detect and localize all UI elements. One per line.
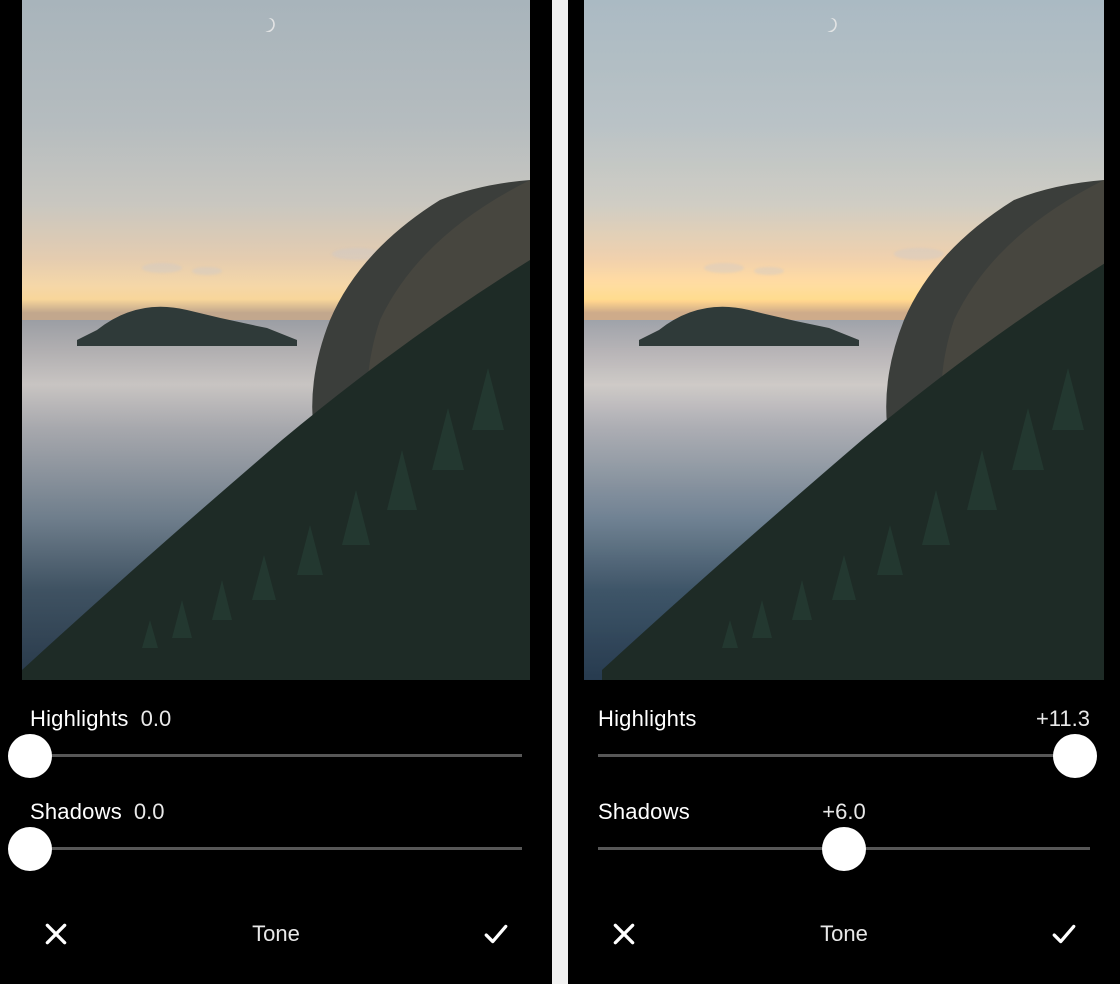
tone-controls: Highlights +11.3 Shadows +6.0 Tone [568,680,1120,984]
shadows-slider-block: Shadows 0.0 [30,799,522,850]
shadows-slider-thumb[interactable] [8,827,52,871]
shadows-slider[interactable] [30,847,522,850]
check-icon [1049,921,1079,947]
image-preview [0,0,552,680]
shadows-value: +6.0 [822,799,865,825]
tone-controls: Highlights 0.0 Shadows 0.0 Tone [0,680,552,984]
image-preview [568,0,1120,680]
confirm-button[interactable] [476,914,516,954]
panel-title: Tone [820,921,868,947]
highlights-slider[interactable] [598,754,1090,757]
x-icon [43,921,69,947]
photo-scene [584,0,1104,680]
forest-ridge [596,260,1104,680]
shadows-value: 0.0 [134,799,165,825]
highlights-slider[interactable] [30,754,522,757]
highlights-label: Highlights [598,706,697,732]
panel-title: Tone [252,921,300,947]
highlights-slider-block: Highlights +11.3 [598,706,1090,757]
shadows-slider[interactable] [598,847,1090,850]
x-icon [611,921,637,947]
editor-panel-before: Highlights 0.0 Shadows 0.0 Tone [0,0,552,984]
shadows-slider-block: Shadows +6.0 [598,799,1090,850]
highlights-slider-thumb[interactable] [1053,734,1097,778]
forest-ridge [22,260,530,680]
highlights-slider-block: Highlights 0.0 [30,706,522,757]
editor-panel-after: Highlights +11.3 Shadows +6.0 Tone [568,0,1120,984]
shadows-label: Shadows [598,799,690,825]
check-icon [481,921,511,947]
cancel-button[interactable] [36,914,76,954]
footer-bar: Tone [30,902,522,984]
highlights-value: +11.3 [1036,706,1090,732]
shadows-slider-thumb[interactable] [822,827,866,871]
cancel-button[interactable] [604,914,644,954]
highlights-label: Highlights [30,706,129,732]
footer-bar: Tone [598,902,1090,984]
highlights-value: 0.0 [141,706,172,732]
highlights-slider-thumb[interactable] [8,734,52,778]
photo-scene [22,0,530,680]
confirm-button[interactable] [1044,914,1084,954]
shadows-label: Shadows [30,799,122,825]
